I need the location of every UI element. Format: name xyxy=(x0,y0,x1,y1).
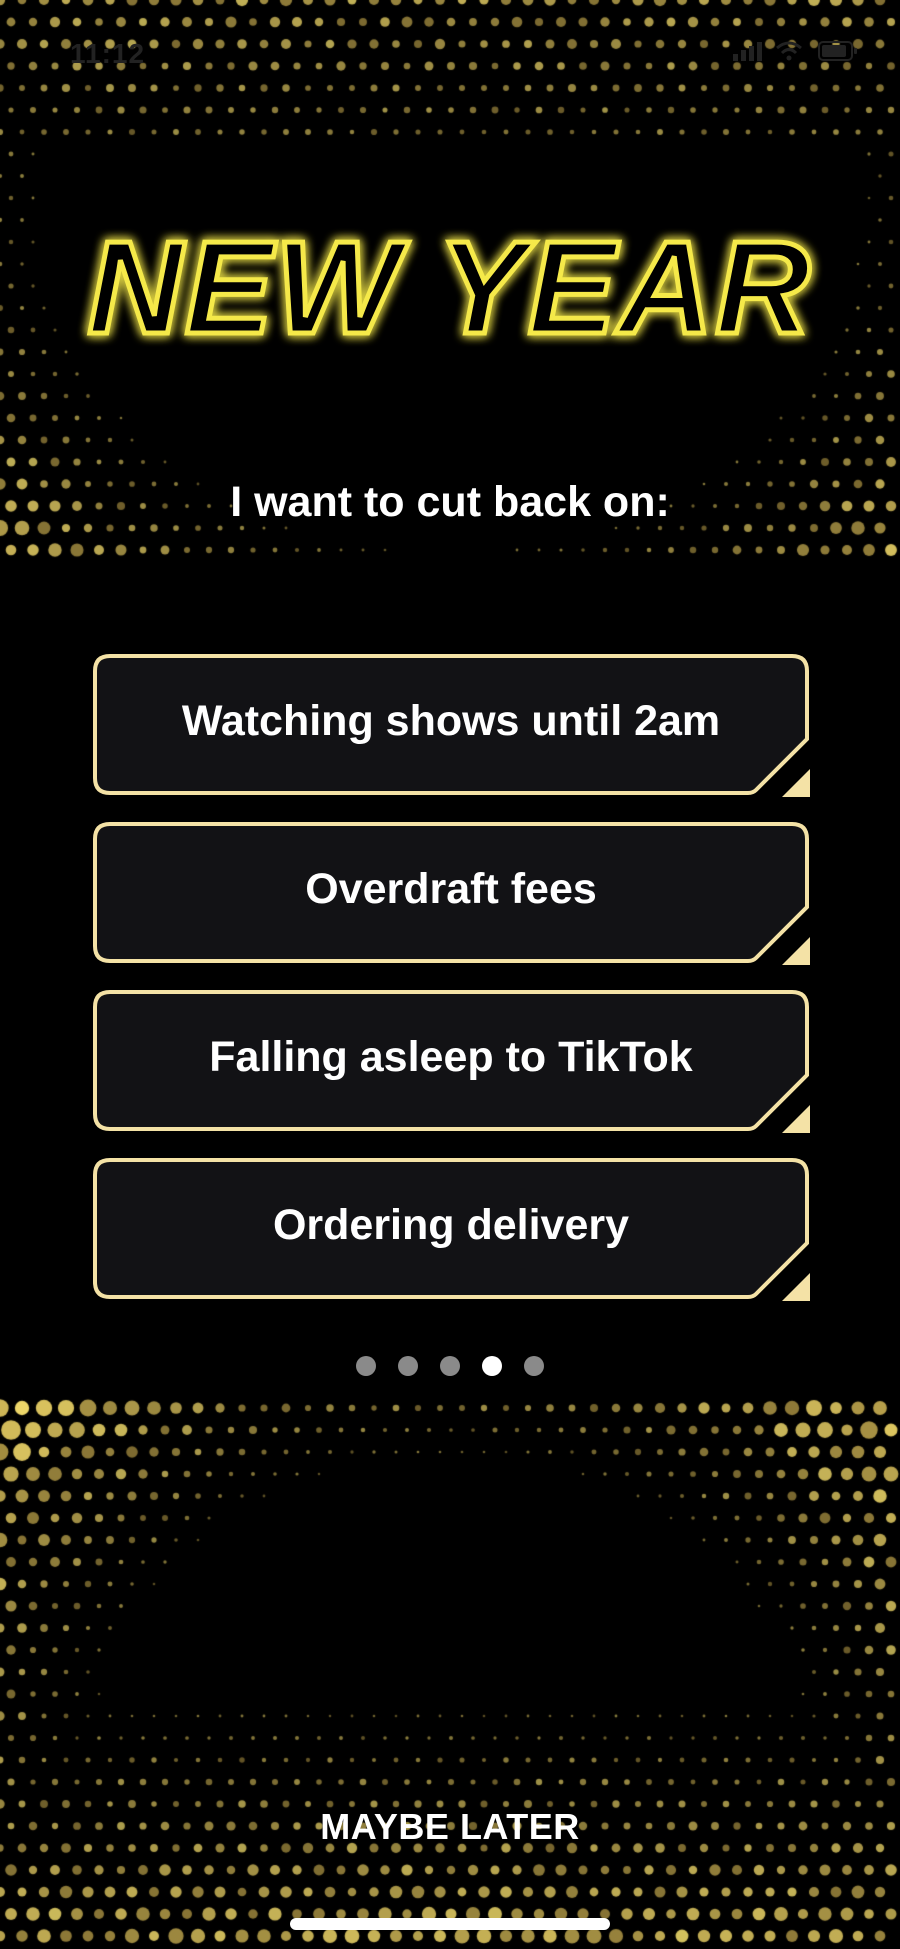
signal-icon xyxy=(733,42,762,61)
headline-text: NEW YEAR xyxy=(88,225,813,355)
battery-icon xyxy=(818,41,857,61)
pager-dot[interactable] xyxy=(356,1356,376,1376)
wifi-icon xyxy=(776,41,802,61)
subtitle: I want to cut back on: xyxy=(230,478,670,526)
option-overdraft-fees[interactable]: Overdraft fees xyxy=(92,821,810,965)
option-label: Watching shows until 2am xyxy=(181,697,721,745)
option-label: Overdraft fees xyxy=(305,865,597,913)
pager-dot[interactable] xyxy=(440,1356,460,1376)
pager-dot[interactable] xyxy=(398,1356,418,1376)
option-watching-shows[interactable]: Watching shows until 2am xyxy=(92,653,810,797)
home-indicator xyxy=(290,1918,610,1930)
status-bar: 11:12 xyxy=(0,0,900,100)
pager-dot-active[interactable] xyxy=(482,1356,502,1376)
option-label: Ordering delivery xyxy=(272,1201,630,1249)
maybe-later-button[interactable]: MAYBE LATER xyxy=(0,1806,900,1848)
page-indicator xyxy=(0,1356,900,1376)
new-year-headline: NEW YEAR xyxy=(0,212,900,364)
option-label: Falling asleep to TikTok xyxy=(209,1033,693,1081)
status-icons xyxy=(732,40,860,62)
option-falling-asleep-tiktok[interactable]: Falling asleep to TikTok xyxy=(92,989,810,1133)
option-ordering-delivery[interactable]: Ordering delivery xyxy=(92,1157,810,1301)
pager-dot[interactable] xyxy=(524,1356,544,1376)
options-list: Watching shows until 2am Overdraft fees … xyxy=(92,653,810,1325)
status-time: 11:12 xyxy=(70,38,146,69)
neon-headline-svg: NEW YEAR xyxy=(85,212,813,364)
